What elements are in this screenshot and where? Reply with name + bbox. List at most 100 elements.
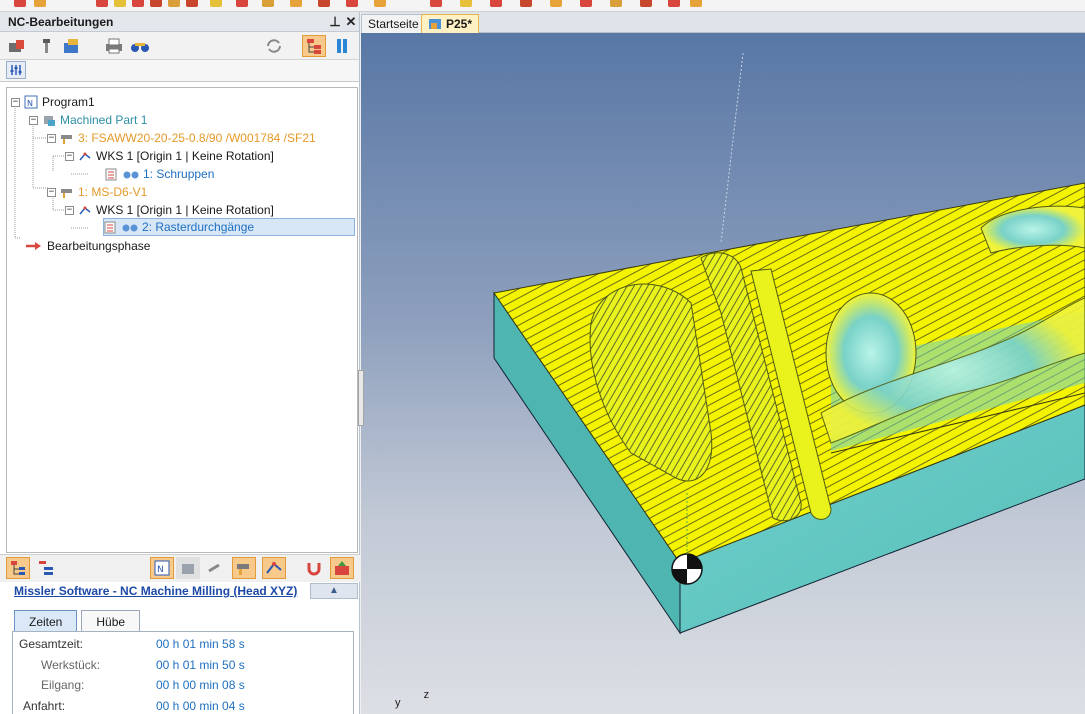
tool-holder-icon[interactable] [202, 557, 226, 579]
toolbar-icon[interactable] [210, 0, 222, 7]
document-tabs: Startseite P25* [361, 12, 1085, 33]
panel-header: NC-Bearbeitungen ⊥ ✕ [0, 12, 359, 32]
tree-item-machined-part[interactable]: − Machined Part 1 [29, 111, 147, 129]
simulation-icon[interactable] [330, 557, 354, 579]
panel-splitter[interactable] [358, 370, 364, 426]
tree-item-operation-1[interactable]: 1: Schruppen [105, 165, 214, 183]
toolbar-icon[interactable] [132, 0, 144, 7]
toolbar-icon[interactable] [168, 0, 180, 7]
binoculars-icon[interactable] [128, 35, 152, 57]
expander-icon[interactable]: − [29, 115, 38, 125]
tree-item-label: Bearbeitungsphase [47, 239, 151, 253]
tree-item-label: 1: MS-D6-V1 [78, 185, 148, 199]
toolpath-model [493, 52, 1085, 635]
machine-link[interactable]: Missler Software - NC Machine Milling (H… [14, 584, 310, 598]
tab-p25[interactable]: P25* [421, 14, 480, 33]
tool-icon[interactable] [232, 557, 256, 579]
toolbar-icon[interactable] [14, 0, 26, 7]
time-value: 00 h 00 min 08 s [156, 678, 245, 692]
tree-item-program[interactable]: − N Program1 [11, 93, 95, 111]
tab-startseite[interactable]: Startseite [361, 14, 426, 33]
toolbar-icon[interactable] [610, 0, 622, 7]
time-value: 00 h 01 min 58 s [156, 637, 245, 651]
close-icon[interactable]: ✕ [343, 14, 359, 30]
tool-icon[interactable] [34, 35, 58, 57]
toolbar-icon[interactable] [550, 0, 562, 7]
time-value: 00 h 00 min 04 s [156, 699, 245, 713]
operation-icon [105, 167, 119, 181]
stock-icon[interactable] [176, 557, 200, 579]
stock-icon[interactable] [60, 35, 84, 57]
collapse-button[interactable]: ▲ [310, 583, 358, 599]
tab-zeiten[interactable]: Zeiten [14, 610, 78, 632]
tree-item-label: WKS 1 [Origin 1 | Keine Rotation] [96, 149, 274, 163]
toolbar-icon[interactable] [150, 0, 162, 7]
magnet-icon[interactable] [302, 557, 326, 579]
toolbar-icon[interactable] [490, 0, 502, 7]
toolbar-icon[interactable] [520, 0, 532, 7]
toolbar-icon[interactable] [460, 0, 472, 7]
tree-view-icon[interactable] [6, 557, 30, 579]
tree-item-operation-2[interactable]: 2: Rasterdurchgänge [103, 218, 355, 236]
expander-icon[interactable]: − [11, 97, 20, 107]
toolbar-icon[interactable] [580, 0, 592, 7]
tree-item-machining-phase[interactable]: Bearbeitungsphase [25, 237, 150, 255]
print-icon[interactable] [102, 35, 126, 57]
coordinate-system-icon [78, 149, 92, 163]
tree-item-wks-1b[interactable]: − WKS 1 [Origin 1 | Keine Rotation] [65, 201, 274, 219]
binoculars-icon [123, 167, 139, 181]
time-value: 00 h 01 min 50 s [156, 658, 245, 672]
tab-label: P25* [446, 17, 473, 31]
expander-icon[interactable]: − [47, 187, 56, 197]
pause-icon[interactable] [330, 35, 354, 57]
toolbar-icon[interactable] [374, 0, 386, 7]
toolbar-icon[interactable] [262, 0, 274, 7]
toolbar-icon[interactable] [236, 0, 248, 7]
refresh-icon[interactable] [262, 35, 286, 57]
tree-item-wks-1[interactable]: − WKS 1 [Origin 1 | Keine Rotation] [65, 147, 274, 165]
machining-icon[interactable] [6, 35, 30, 57]
tree-item-label: WKS 1 [Origin 1 | Keine Rotation] [96, 203, 274, 217]
toolbar-icon[interactable] [690, 0, 702, 7]
part-icon [42, 113, 56, 127]
time-label: Anfahrt: [23, 699, 66, 713]
arrow-icon [25, 239, 43, 253]
binoculars-icon [122, 220, 138, 234]
time-row-workpiece: Werkstück: 00 h 01 min 50 s [41, 656, 349, 674]
time-label: Gesamtzeit: [19, 637, 84, 651]
panel-toolbar [0, 32, 359, 60]
toolbar-icon[interactable] [96, 0, 108, 7]
panel-subtoolbar [0, 60, 359, 82]
toolbar-icon[interactable] [640, 0, 652, 7]
machine-row: Missler Software - NC Machine Milling (H… [0, 582, 360, 600]
tree-item-tool-3[interactable]: − 3: FSAWW20-20-25-0.8/90 /W001784 /SF21 [47, 129, 316, 147]
tool-icon [60, 185, 74, 199]
settings-sliders-icon[interactable] [6, 61, 26, 79]
toolbar-icon[interactable] [318, 0, 330, 7]
coordinate-system-icon[interactable] [262, 557, 286, 579]
tab-huebe[interactable]: Hübe [81, 610, 141, 632]
expander-icon[interactable]: − [65, 205, 74, 215]
tree-item-label: 1: Schruppen [143, 167, 215, 181]
expander-icon[interactable]: − [47, 133, 56, 143]
toolbar-icon[interactable] [346, 0, 358, 7]
tree-item-label: Program1 [42, 95, 95, 109]
expander-icon[interactable]: − [65, 151, 74, 161]
nc-program-icon[interactable]: N [150, 557, 174, 579]
toolbar-icon[interactable] [668, 0, 680, 7]
toolbar-icon[interactable] [114, 0, 126, 7]
part-icon [428, 17, 442, 31]
toolbar-icon[interactable] [34, 0, 46, 7]
pin-icon[interactable]: ⊥ [327, 14, 343, 30]
tree-item-label: Machined Part 1 [60, 113, 148, 127]
toolbar-icon[interactable] [186, 0, 198, 7]
time-row-approach: Anfahrt: 00 h 00 min 04 s [23, 697, 349, 714]
toolbar-icon[interactable] [290, 0, 302, 7]
tree-item-tool-1[interactable]: − 1: MS-D6-V1 [47, 183, 147, 201]
info-tabs: Zeiten Hübe [14, 610, 141, 632]
toolbar-icon[interactable] [430, 0, 442, 7]
list-view-icon[interactable] [34, 557, 58, 579]
time-row-rapid: Eilgang: 00 h 00 min 08 s [41, 676, 349, 694]
hierarchy-view-icon[interactable] [302, 35, 326, 57]
3d-viewport[interactable]: y z [361, 33, 1085, 714]
